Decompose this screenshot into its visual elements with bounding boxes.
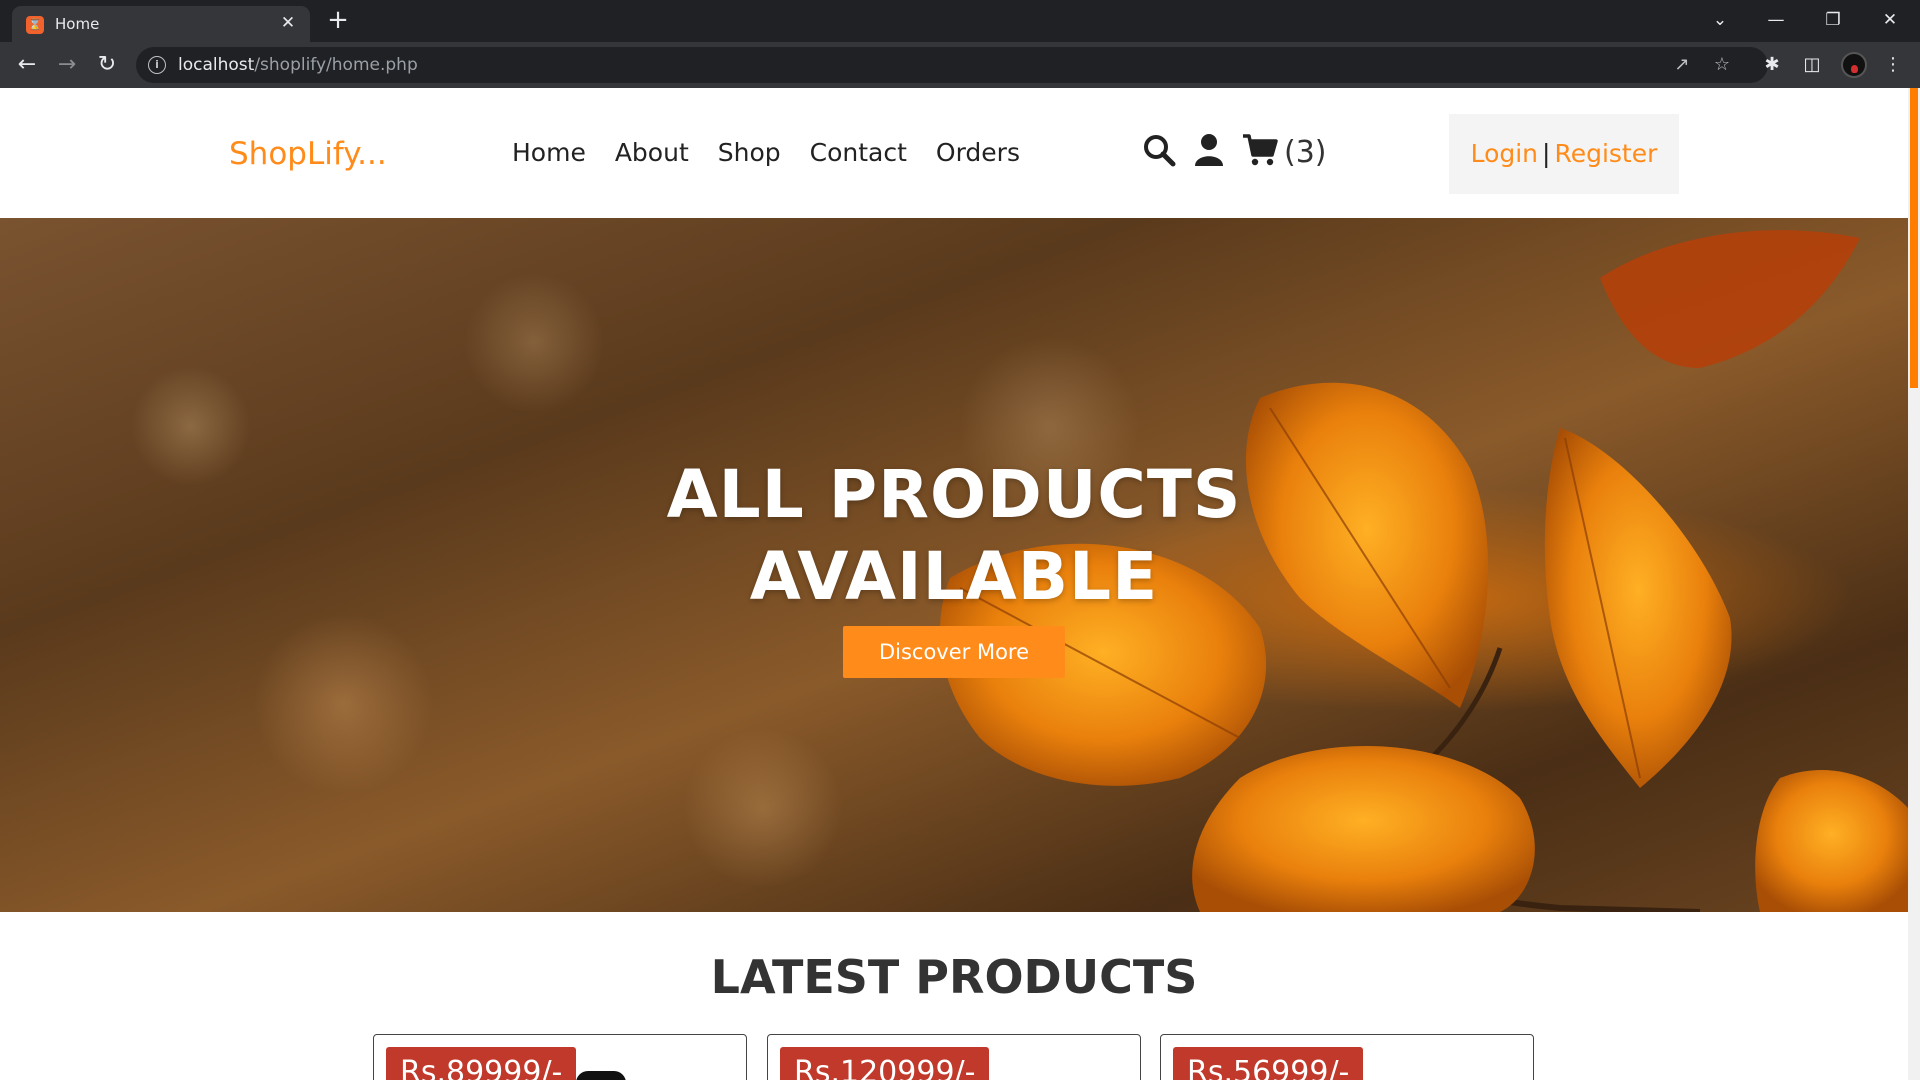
nav-about[interactable]: About <box>615 138 689 167</box>
browser-tab-bar: ⌛ Home ✕ + ⌄ — ❐ ✕ <box>0 0 1920 42</box>
tab-title: Home <box>55 15 100 33</box>
restore-button[interactable]: ❐ <box>1818 6 1848 34</box>
latest-products-heading: LATEST PRODUCTS <box>710 950 1198 1004</box>
url-host: localhost <box>178 55 255 75</box>
scrollbar-thumb[interactable] <box>1910 88 1918 388</box>
product-card[interactable]: Rs.89999/- <box>373 1034 747 1080</box>
share-icon[interactable]: ↗ <box>1670 53 1694 77</box>
extensions-puzzle-icon[interactable]: ✱ <box>1759 52 1785 78</box>
price-badge: Rs.89999/- <box>386 1047 577 1080</box>
hero-title-line1: ALL PRODUCTS <box>666 456 1242 533</box>
browser-toolbar: ← → ↻ i localhost/shoplify/home.php ↗ ☆ … <box>0 42 1920 88</box>
tab-search-icon[interactable]: ⌄ <box>1705 6 1735 34</box>
nav-shop[interactable]: Shop <box>718 138 781 167</box>
login-link[interactable]: Login <box>1471 139 1538 168</box>
new-tab-button[interactable]: + <box>325 7 351 34</box>
product-image <box>576 1071 626 1080</box>
bookmark-star-icon[interactable]: ☆ <box>1710 53 1734 77</box>
back-button[interactable]: ← <box>13 51 41 79</box>
header-icons: (3) <box>1142 132 1327 172</box>
url-path: /shoplify/home.php <box>254 55 418 75</box>
auth-separator: | <box>1542 139 1551 168</box>
close-window-button[interactable]: ✕ <box>1875 6 1905 34</box>
user-icon[interactable] <box>1194 133 1224 172</box>
cart-count[interactable]: (3) <box>1284 135 1327 170</box>
discover-more-button[interactable]: Discover More <box>843 626 1065 678</box>
page-scrollbar[interactable] <box>1908 88 1920 1080</box>
product-card[interactable]: Rs.56999/- <box>1160 1034 1534 1080</box>
address-bar[interactable]: i localhost/shoplify/home.php ↗ ☆ <box>136 47 1768 83</box>
profile-avatar[interactable] <box>1841 52 1867 78</box>
price-badge: Rs.56999/- <box>1173 1047 1364 1080</box>
hero-title-line2: AVAILABLE <box>749 538 1159 615</box>
nav-contact[interactable]: Contact <box>810 138 907 167</box>
browser-tab[interactable]: ⌛ Home ✕ <box>12 6 310 42</box>
tab-close-icon[interactable]: ✕ <box>278 13 298 33</box>
nav-orders[interactable]: Orders <box>936 138 1020 167</box>
search-icon[interactable] <box>1142 133 1176 172</box>
menu-kebab-icon[interactable]: ⋮ <box>1880 52 1906 78</box>
side-panel-icon[interactable]: ◫ <box>1799 52 1825 78</box>
site-header: ShopLify... Home About Shop Contact Orde… <box>0 88 1908 218</box>
price-badge: Rs.120999/- <box>780 1047 990 1080</box>
cart-icon[interactable] <box>1242 133 1278 172</box>
url-text[interactable]: localhost/shoplify/home.php <box>178 55 418 75</box>
product-card[interactable]: Rs.120999/- <box>767 1034 1141 1080</box>
site-info-icon[interactable]: i <box>148 56 166 74</box>
hero-banner: ALL PRODUCTS AVAILABLE Discover More <box>0 218 1908 912</box>
register-link[interactable]: Register <box>1554 139 1657 168</box>
nav-home[interactable]: Home <box>512 138 586 167</box>
web-page: ShopLify... Home About Shop Contact Orde… <box>0 88 1908 1080</box>
auth-box: Login | Register <box>1449 114 1679 194</box>
reload-button[interactable]: ↻ <box>93 51 121 79</box>
site-logo[interactable]: ShopLify... <box>229 136 387 172</box>
xampp-favicon-icon: ⌛ <box>26 16 44 34</box>
main-nav: Home About Shop Contact Orders <box>512 138 1049 167</box>
minimize-button[interactable]: — <box>1761 6 1791 34</box>
forward-button[interactable]: → <box>53 51 81 79</box>
hero-title: ALL PRODUCTS AVAILABLE <box>0 454 1908 618</box>
